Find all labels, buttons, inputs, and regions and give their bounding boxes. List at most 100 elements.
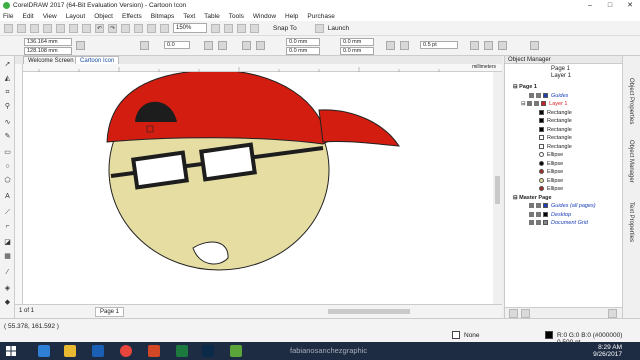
vertical-scroll-thumb[interactable] (495, 176, 500, 204)
mirror-vertical-icon[interactable] (218, 41, 227, 50)
left-lens-rectangle[interactable] (131, 150, 189, 190)
artistic-media-icon[interactable]: ✎ (3, 132, 12, 141)
corner-radius-1-field[interactable]: 0.0 mm (286, 38, 320, 46)
tab-text-properties[interactable]: Text Properties (628, 202, 634, 242)
tree-row-rectangle[interactable]: Rectangle (505, 117, 623, 126)
lock-icon[interactable] (536, 211, 541, 217)
tree-row-document-grid[interactable]: Document Grid (505, 219, 623, 228)
grid-icon[interactable] (237, 23, 246, 33)
corner-radius-4-field[interactable]: 0.0 mm (340, 47, 374, 55)
corner-scallop-icon[interactable] (256, 41, 265, 50)
visibility-icon[interactable] (529, 211, 534, 217)
redo-icon[interactable]: ↷ (108, 23, 117, 33)
menu-window[interactable]: Window (253, 13, 276, 20)
snap-to-dropdown[interactable]: Snap To (273, 25, 297, 32)
tab-object-properties[interactable]: Object Properties (628, 78, 634, 124)
minimize-icon[interactable]: – (580, 0, 600, 11)
import-icon[interactable] (134, 23, 143, 33)
tab-cartoon-icon[interactable]: Cartoon Icon (75, 56, 120, 64)
zoom-tool-icon[interactable]: ⚲ (3, 102, 12, 111)
to-back-icon[interactable] (484, 41, 493, 50)
windows-start-icon[interactable] (6, 346, 16, 356)
file-explorer-icon[interactable] (64, 345, 76, 357)
outline-width-field[interactable]: 0.5 pt (420, 41, 458, 49)
connector-tool-icon[interactable]: ⌐ (3, 222, 12, 231)
print-icon[interactable] (43, 23, 52, 33)
lock-icon[interactable] (534, 101, 540, 107)
y-position-field[interactable]: 128.108 mm (24, 47, 72, 55)
copy-icon[interactable] (69, 23, 78, 33)
vertical-ruler[interactable] (15, 64, 23, 304)
wrap-text-icon[interactable] (400, 41, 409, 50)
launch-dropdown[interactable]: Launch (328, 25, 349, 32)
photoshop-icon[interactable] (202, 345, 214, 357)
visibility-icon[interactable] (529, 220, 534, 226)
paste-icon[interactable] (82, 23, 91, 33)
open-icon[interactable] (17, 23, 26, 33)
rotation-angle-field[interactable]: 0.0 (164, 41, 190, 49)
pick-tool-icon[interactable]: ➚ (3, 60, 12, 69)
transparency-tool-icon[interactable]: ▦ (3, 252, 12, 261)
relative-scale-icon[interactable] (386, 41, 395, 50)
add-preset-icon[interactable] (530, 41, 539, 50)
corner-round-icon[interactable] (242, 41, 251, 50)
convert-to-curves-icon[interactable] (498, 41, 507, 50)
publish-pdf-icon[interactable] (160, 23, 169, 33)
tree-row-guides[interactable]: Guides (505, 92, 623, 101)
visibility-icon[interactable] (529, 203, 534, 209)
internet-explorer-icon[interactable] (38, 345, 50, 357)
tree-row-master-page[interactable]: ⊟ Master Page (505, 194, 623, 203)
object-size-icon[interactable] (76, 41, 85, 50)
drawing-canvas[interactable] (23, 72, 493, 304)
freehand-tool-icon[interactable]: ∿ (3, 118, 12, 127)
page-1-tab[interactable]: Page 1 (95, 307, 125, 317)
new-layer-icon[interactable] (509, 309, 518, 318)
corner-radius-3-field[interactable]: 0.0 mm (340, 38, 374, 46)
polygon-tool-icon[interactable]: ⬠ (3, 176, 12, 185)
eyedropper-tool-icon[interactable]: ⁄ (3, 268, 12, 277)
tree-row-page-1[interactable]: ⊟ Page 1 (505, 83, 623, 92)
close-icon[interactable]: ✕ (620, 0, 640, 11)
tree-row-layer-1[interactable]: ⊟ Layer 1 (505, 100, 623, 109)
mirror-horizontal-icon[interactable] (204, 41, 213, 50)
tab-welcome-screen[interactable]: Welcome Screen (23, 56, 79, 64)
interactive-fill-icon[interactable]: ◈ (3, 284, 12, 293)
export-icon[interactable] (147, 23, 156, 33)
shape-tool-icon[interactable]: ◭ (3, 74, 12, 83)
guidelines-icon[interactable] (250, 23, 259, 33)
powerpoint-icon[interactable] (148, 345, 160, 357)
crop-tool-icon[interactable]: ⌗ (3, 88, 12, 97)
chrome-icon[interactable] (120, 345, 132, 357)
horizontal-scroll-thumb[interactable] (328, 309, 410, 314)
excel-icon[interactable] (176, 345, 188, 357)
ellipse-tool-icon[interactable]: ○ (3, 162, 12, 171)
new-document-icon[interactable] (4, 23, 13, 33)
undo-icon[interactable]: ↶ (95, 23, 104, 33)
to-front-icon[interactable] (470, 41, 479, 50)
fill-none-swatch[interactable] (452, 331, 460, 339)
coreldraw-taskbar-icon[interactable] (230, 345, 242, 357)
page-counter[interactable]: 1 of 1 (19, 308, 34, 314)
vertical-scrollbar[interactable] (493, 72, 502, 304)
menu-table[interactable]: Table (204, 13, 220, 20)
drop-shadow-icon[interactable]: ◪ (3, 238, 12, 247)
cap-visor[interactable] (318, 109, 400, 147)
search-content-icon[interactable] (121, 23, 130, 33)
horizontal-ruler[interactable]: millimeters (23, 64, 502, 72)
outlook-icon[interactable] (92, 345, 104, 357)
parallel-dimension-icon[interactable]: ⟋ (3, 208, 12, 217)
visibility-icon[interactable] (527, 101, 533, 107)
x-position-field[interactable]: 136.164 mm (24, 38, 72, 46)
tree-row-desktop[interactable]: Desktop (505, 211, 623, 220)
lock-icon[interactable] (536, 220, 541, 226)
lock-icon[interactable] (536, 203, 541, 209)
cut-icon[interactable] (56, 23, 65, 33)
outline-color-swatch[interactable] (545, 331, 553, 339)
cap-shape[interactable] (106, 72, 328, 145)
corner-radius-2-field[interactable]: 0.0 mm (286, 47, 320, 55)
lock-ratio-icon[interactable] (140, 41, 149, 50)
menu-bitmaps[interactable]: Bitmaps (151, 13, 174, 20)
menu-text[interactable]: Text (183, 13, 195, 20)
delete-icon[interactable] (608, 309, 617, 318)
new-master-layer-icon[interactable] (521, 309, 530, 318)
